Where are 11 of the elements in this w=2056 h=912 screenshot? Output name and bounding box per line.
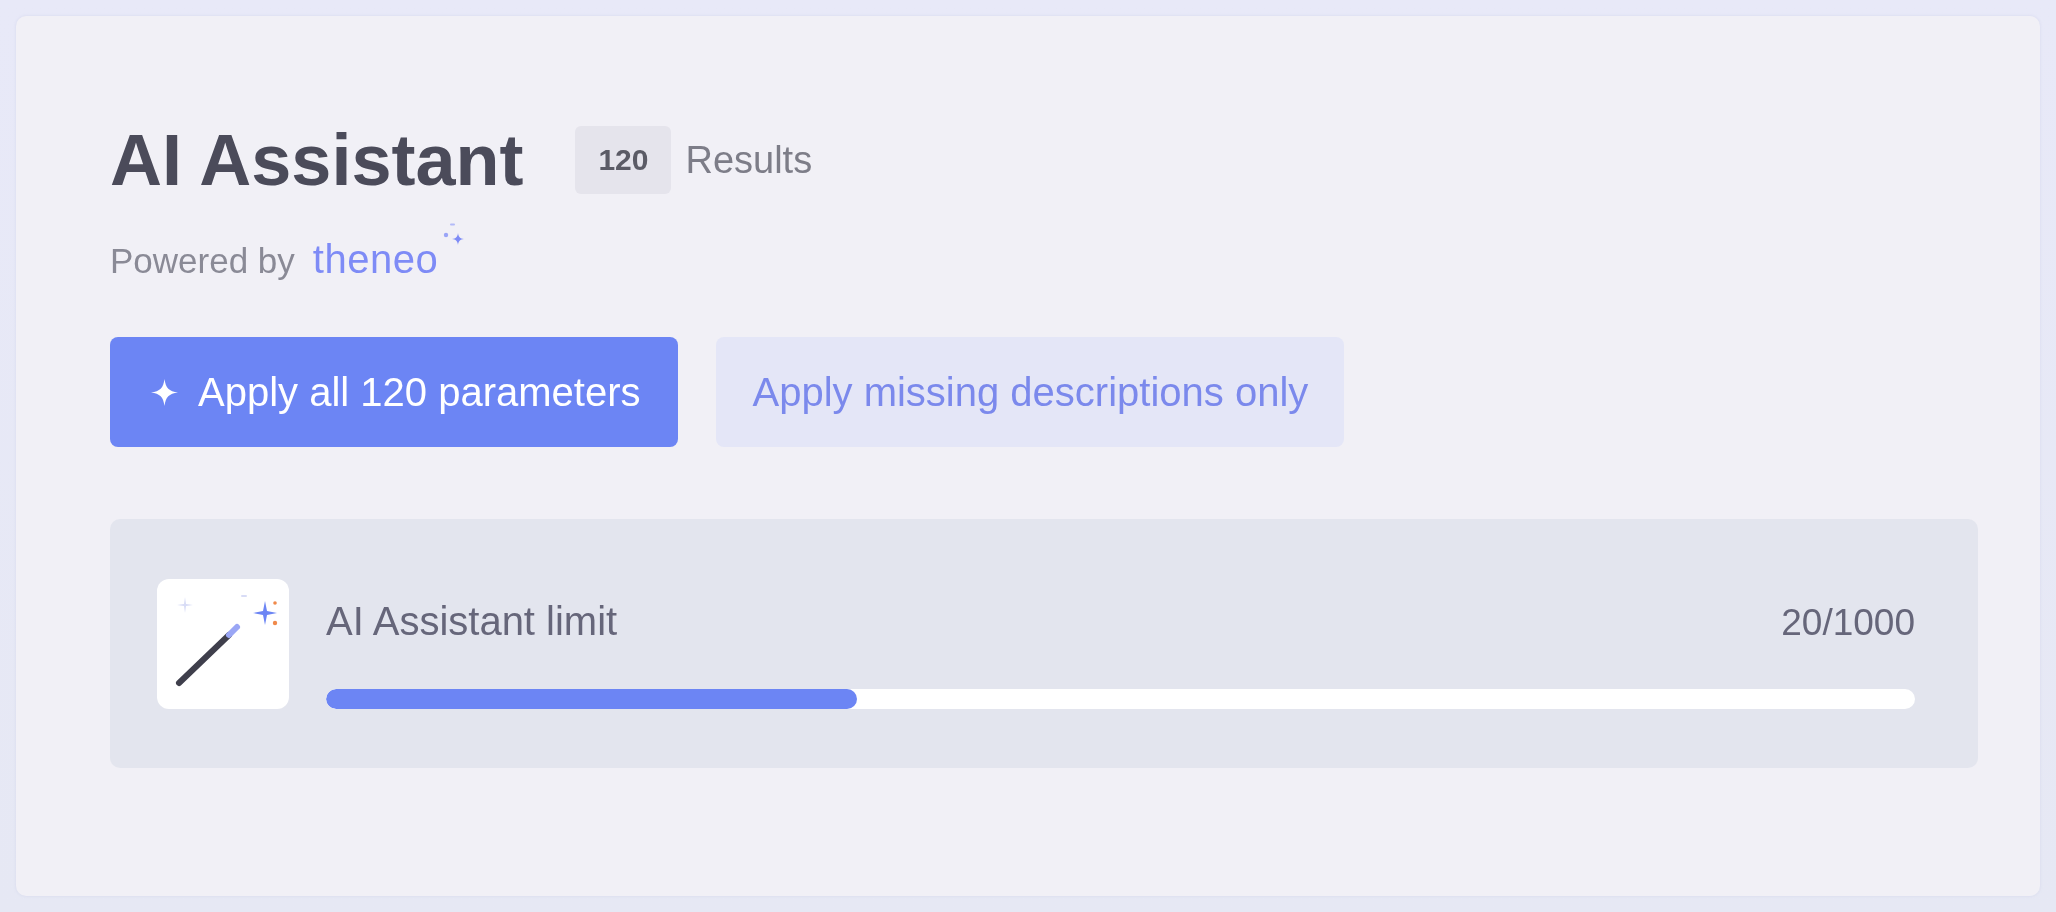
powered-by-label: Powered by [110,240,295,282]
sparkle-icon [151,378,178,406]
primary-button[interactable]: Apply all 120 parameters [110,337,679,447]
brand-name: theneo [312,236,439,283]
magic-wand-icon [157,578,289,709]
secondary-button[interactable]: Apply missing descriptions only [716,337,1345,447]
usage-label: AI Assistant limit [326,597,618,645]
page-title: AI Assistant [110,124,524,196]
result-count: 120 [575,126,672,194]
usage-reading: 20/1000 [1781,600,1915,645]
results-label: Results [685,138,813,182]
